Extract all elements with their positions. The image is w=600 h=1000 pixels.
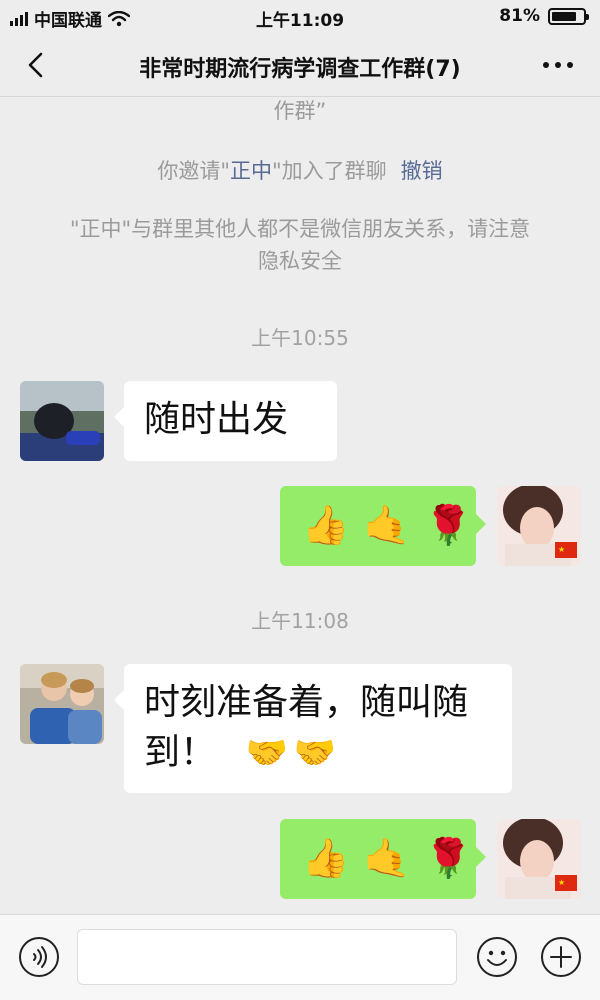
- hand-emoji: 🤙: [363, 836, 411, 880]
- hand-emoji: 🤙: [363, 503, 411, 547]
- thumbs-up-emoji: 👍: [302, 503, 350, 547]
- message-bubble[interactable]: 随时出发: [114, 381, 337, 461]
- avatar[interactable]: [20, 381, 104, 461]
- input-bar: [0, 914, 600, 1000]
- svg-text:★: ★: [558, 878, 565, 887]
- avatar-self[interactable]: ★: [497, 486, 581, 566]
- privacy-notice: "正中"与群里其他人都不是微信朋友关系，请注意隐私安全: [69, 217, 531, 273]
- rose-emoji: 🌹: [424, 836, 472, 880]
- plus-icon[interactable]: [540, 936, 582, 978]
- timestamp: 上午11:08: [251, 609, 349, 633]
- message-text: 随时出发: [144, 399, 289, 440]
- chat-area[interactable]: 作群” 你邀请"正中"加入了群聊 撤销 "正中"与群里其他人都不是微信朋友关系，请…: [0, 97, 600, 915]
- svg-text:★: ★: [558, 545, 565, 554]
- voice-icon[interactable]: [18, 936, 60, 978]
- message-input[interactable]: [77, 929, 457, 985]
- invitee-name[interactable]: 正中: [230, 159, 272, 183]
- chat-title: 非常时期流行病学调查工作群(7): [139, 57, 461, 82]
- avatar-self[interactable]: ★: [497, 819, 581, 899]
- avatar[interactable]: [20, 664, 104, 744]
- handshake-emoji: 🤝: [245, 733, 288, 773]
- thumbs-up-emoji: 👍: [302, 836, 350, 880]
- battery-fill: [552, 11, 577, 21]
- message-bubble[interactable]: 时刻准备着，随叫随到！ 🤝 🤝: [114, 664, 512, 793]
- invite-notice: 你邀请"正中"加入了群聊 撤销: [157, 159, 443, 183]
- timestamp: 上午10:55: [251, 326, 349, 350]
- system-notice-cut: 作群”: [273, 99, 327, 123]
- revoke-link[interactable]: 撤销: [401, 159, 443, 183]
- emoji-icon[interactable]: [476, 936, 518, 978]
- battery-percent: 81%: [499, 6, 540, 26]
- message-bubble[interactable]: 👍 🤙 🌹: [280, 486, 486, 566]
- handshake-emoji: 🤝: [293, 733, 337, 773]
- navigation-bar: 非常时期流行病学调查工作群(7): [0, 34, 600, 97]
- battery-icon: [548, 7, 589, 25]
- message-bubble[interactable]: 👍 🤙 🌹: [280, 819, 486, 899]
- rose-emoji: 🌹: [424, 503, 472, 547]
- status-bar: 中国联通 上午11:09 81%: [0, 0, 600, 34]
- more-icon[interactable]: [538, 52, 578, 78]
